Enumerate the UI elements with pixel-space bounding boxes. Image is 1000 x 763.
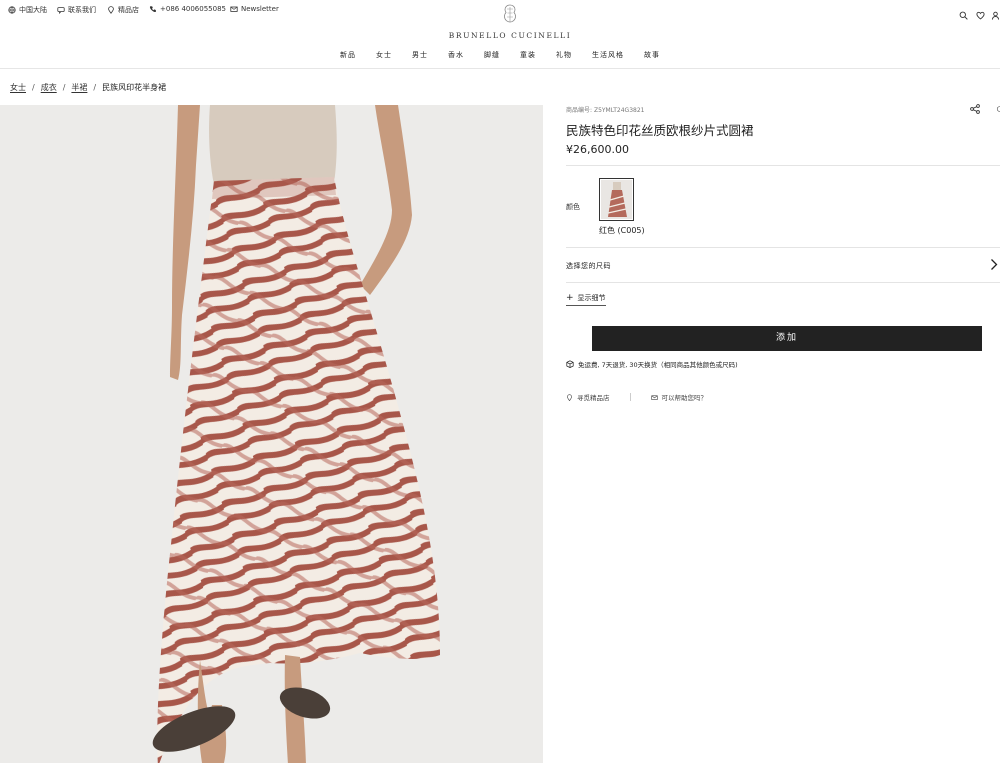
newsletter-link[interactable]: Newsletter — [230, 5, 279, 13]
color-name: 红色 (C005) — [599, 226, 645, 235]
user-icon — [991, 11, 1000, 20]
add-to-bag-button[interactable]: 添加 — [592, 326, 982, 351]
find-boutique-link[interactable]: 寻觅精品店 — [566, 392, 610, 402]
account-button[interactable] — [991, 5, 1000, 24]
nav-item-gifts[interactable]: 礼物 — [546, 50, 582, 60]
link-separator — [629, 393, 631, 401]
product-title: 民族特色印花丝质欧根纱片式圆裙 — [566, 123, 754, 138]
main-navigation: 新品 女士 男士 香水 脚缝 童装 礼物 生活风格 故事 — [0, 50, 1000, 60]
size-selector[interactable]: 选择您的尺码 — [566, 248, 1000, 282]
envelope-icon — [650, 394, 658, 400]
region-label: 中国大陆 — [19, 6, 47, 14]
help-link[interactable]: 可以帮助您吗？ — [650, 392, 708, 402]
nav-item-lifestyle[interactable]: 生活风格 — [582, 50, 634, 60]
nav-item-stories[interactable]: 故事 — [634, 50, 670, 60]
mail-icon — [230, 6, 238, 12]
details-label: 显示细节 — [577, 294, 606, 302]
location-pin-icon — [567, 393, 572, 401]
color-swatch-selected[interactable] — [599, 178, 634, 221]
shipping-info: 免运费, 7天退货, 30天换货（相同商品其他颜色或尺码) — [566, 359, 738, 369]
header-divider — [0, 68, 1000, 69]
boutique-label: 精品店 — [118, 6, 139, 14]
nav-item-fragrance[interactable]: 香水 — [438, 50, 474, 60]
help-label: 可以帮助您吗？ — [661, 394, 708, 402]
product-sku: 商品编号: Z5YMLT24G3821 — [566, 105, 644, 114]
region-selector[interactable]: 中国大陆 — [8, 5, 47, 15]
nav-item-new[interactable]: 新品 — [330, 50, 366, 60]
newsletter-label: Newsletter — [241, 5, 279, 13]
brand-logo[interactable]: BRUNELLO CUCINELLI — [440, 4, 580, 40]
brand-name: BRUNELLO CUCINELLI — [448, 31, 572, 40]
color-label: 颜色 — [566, 203, 580, 211]
breadcrumb-current: 民族风印花半身裙 — [102, 83, 167, 92]
box-icon — [566, 360, 574, 368]
divider — [566, 165, 1000, 166]
breadcrumb-skirts[interactable]: 半裙 — [71, 82, 87, 93]
model-top — [209, 105, 337, 185]
find-boutique-label: 寻觅精品店 — [577, 394, 610, 402]
chat-icon — [57, 7, 65, 14]
chevron-right-icon — [991, 259, 998, 270]
contact-label: 联系我们 — [68, 6, 96, 14]
location-pin-icon — [108, 6, 114, 14]
breadcrumb-separator: / — [32, 83, 35, 92]
product-photo — [0, 105, 543, 763]
share-icon[interactable] — [970, 104, 980, 114]
nav-item-kids[interactable]: 童装 — [510, 50, 546, 60]
shipping-text: 免运费, 7天退货, 30天换货（相同商品其他颜色或尺码) — [578, 361, 738, 369]
breadcrumb-separator: / — [62, 83, 66, 92]
show-details-toggle[interactable]: + 显示细节 — [566, 293, 606, 306]
breadcrumb-ready-to-wear[interactable]: 成衣 — [41, 82, 57, 93]
breadcrumb: 女士 / 成衣 / 半裙 / 民族风印花半身裙 — [10, 82, 166, 93]
sku-label: 商品编号: — [566, 107, 593, 114]
nav-item-tailoring[interactable]: 脚缝 — [474, 50, 510, 60]
swatch-thumbnail — [601, 180, 632, 219]
phone-icon — [149, 6, 156, 13]
plus-icon: + — [566, 292, 574, 303]
search-button[interactable] — [959, 5, 968, 24]
search-icon — [959, 11, 968, 20]
heart-icon — [976, 11, 985, 20]
breadcrumb-women[interactable]: 女士 — [10, 82, 26, 93]
product-price: ¥26,600.00 — [566, 143, 629, 156]
size-label: 选择您的尺码 — [566, 262, 611, 270]
globe-icon — [8, 6, 16, 14]
phone-link[interactable]: +086 4006055085 — [149, 5, 226, 13]
brand-emblem-icon — [504, 4, 516, 23]
sku-value: Z5YMLT24G3821 — [593, 107, 645, 114]
nav-item-men[interactable]: 男士 — [402, 50, 438, 60]
cropped-icon[interactable] — [996, 104, 1000, 114]
phone-label: +086 4006055085 — [160, 5, 226, 13]
store-links: 寻觅精品店 可以帮助您吗？ — [566, 392, 707, 402]
contact-link[interactable]: 联系我们 — [57, 5, 96, 15]
product-image[interactable] — [0, 105, 543, 763]
divider — [566, 282, 1000, 283]
wishlist-button[interactable] — [976, 5, 985, 24]
nav-item-women[interactable]: 女士 — [366, 50, 402, 60]
breadcrumb-separator: / — [93, 83, 97, 92]
boutique-link[interactable]: 精品店 — [107, 5, 139, 15]
